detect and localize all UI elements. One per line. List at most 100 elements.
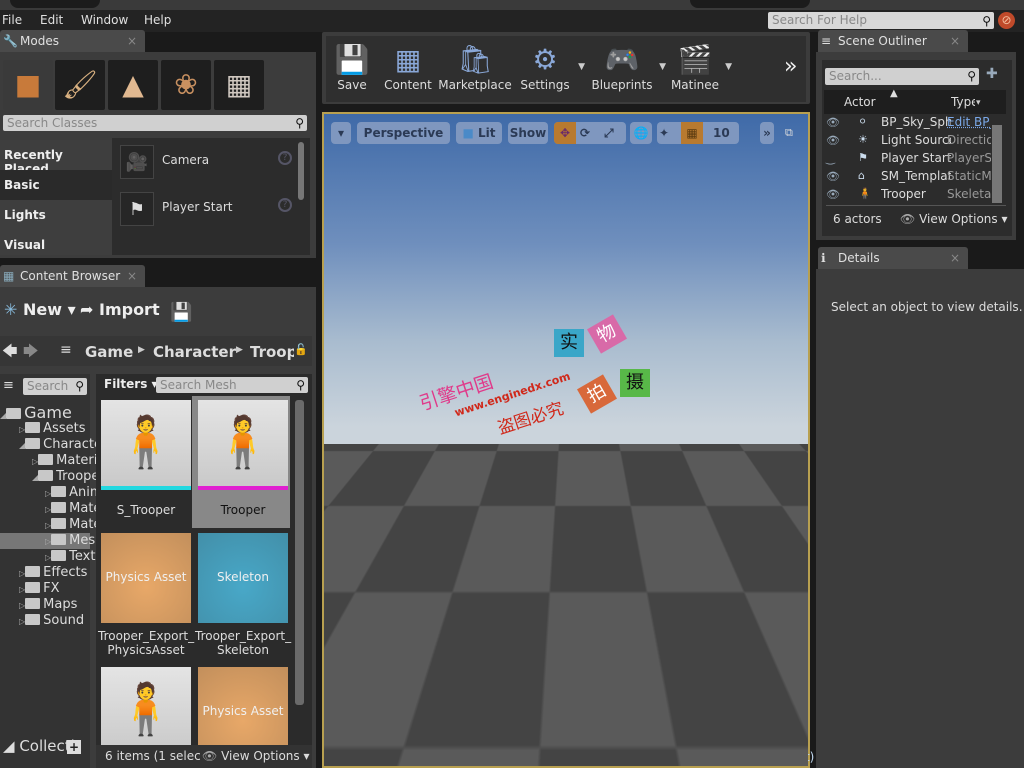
asset-thumbnail[interactable]: 🧍 [198,400,288,490]
translate-icon[interactable]: ✥ [554,122,576,144]
outliner-search-input[interactable]: Search... ⚲ [825,68,979,85]
menu-help[interactable]: Help [144,13,171,27]
forward-arrow-icon[interactable]: 🡆 [23,341,39,366]
surface-snap-icon[interactable]: ✦ [659,122,669,144]
save-all-icon[interactable]: 💾 [170,302,192,323]
asset-thumbnail[interactable]: Physics Asset [101,533,191,623]
add-collection-icon[interactable]: + [67,740,81,754]
place-item-camera[interactable]: 🎥 Camera? [120,141,298,181]
maximize-viewport-icon[interactable]: ⧉ [785,126,793,140]
blueprints-button[interactable]: 🎮 Blueprints ▼ [590,40,666,100]
landscape-mode-icon[interactable]: ▲ [108,60,158,110]
breadcrumb-trooper[interactable]: Troop [250,343,294,361]
view-options-button[interactable]: 👁 View Options ▾ [202,749,310,763]
outliner-row[interactable]: ‿ ⚑ Player StartPlayerStart [824,150,994,168]
tree-folder[interactable]: ▷ Effects [19,565,96,580]
asset-thumbnail[interactable]: Skeleton [198,533,288,623]
viewport-more-icon[interactable]: » [760,122,774,144]
close-icon[interactable]: × [127,30,137,52]
outliner-row[interactable]: 👁 ⌂ SM_TemplateStaticMesh [824,168,994,186]
filters-button[interactable]: Filters ▾ [104,377,158,391]
tree-folder[interactable]: ▷ Text [45,549,96,564]
asset-thumbnail[interactable]: 🧍 [101,667,191,757]
dropdown-arrow-icon[interactable]: ▼ [578,62,585,72]
path-list-icon[interactable]: ≡ [60,342,72,358]
tree-folder[interactable]: ▷ Mesl [45,533,96,548]
place-item-player-start[interactable]: ⚑ Player Start? [120,188,298,228]
help-search-input[interactable]: Search For Help ⚲ [768,12,994,29]
help-icon[interactable]: ? [278,151,292,165]
scale-icon[interactable]: ⤢ [604,122,614,144]
visibility-eye-icon[interactable]: 👁 [826,188,840,201]
visibility-eye-icon[interactable]: 👁 [826,116,840,129]
stop-icon[interactable]: ⊘ [998,12,1015,29]
outliner-row[interactable]: 👁 ☀ Light SourceDirectional [824,132,994,150]
visibility-eye-icon[interactable]: ‿ [826,152,835,165]
visibility-eye-icon[interactable]: 👁 [826,134,840,147]
menu-window[interactable]: Window [81,13,128,27]
dropdown-arrow-icon[interactable]: ▼ [725,62,732,72]
outliner-scrollbar[interactable] [992,125,1002,203]
geometry-mode-icon[interactable]: ▦ [214,60,264,110]
tree-folder[interactable]: ▷Mate [45,517,96,532]
content-button[interactable]: ▦ Content [383,40,433,100]
paint-mode-icon[interactable]: 🖌 [55,60,105,110]
asset-thumbnail[interactable]: 🧍 [101,400,191,490]
tab-details[interactable]: ℹ Details × [818,247,968,269]
world-local-icon[interactable]: 🌐 [630,122,652,144]
breadcrumb-game[interactable]: Game [85,343,133,361]
collapse-tree-icon[interactable]: ≡ [3,378,14,393]
foliage-mode-icon[interactable]: ❀ [161,60,211,110]
tree-folder[interactable]: ▷ Sound [19,613,96,628]
tab-modes[interactable]: 🔧 Modes × [0,30,145,52]
tree-folder[interactable]: ◢ Troope [32,469,96,484]
column-actor[interactable]: Actor [844,95,876,109]
marketplace-button[interactable]: 🛍 Marketplace [438,40,512,100]
outliner-view-options-button[interactable]: 👁 View Options ▾ [900,212,1008,226]
lit-button[interactable]: ■ Lit [456,122,502,144]
dropdown-arrow-icon[interactable]: ▼ [659,62,666,72]
category-visual[interactable]: Visual [0,230,112,255]
tree-folder[interactable]: ▷ Assets [19,421,96,436]
grid-snap-value[interactable]: 10 [713,122,730,144]
matinee-button[interactable]: 🎬 Matinee ▼ [670,40,732,100]
column-dropdown-icon[interactable]: ▾ [976,98,981,108]
rotate-icon[interactable]: ⟳ [580,122,590,144]
tree-folder[interactable]: ▷ FX [19,581,96,596]
column-type[interactable]: Type [951,95,975,109]
back-arrow-icon[interactable]: 🡄 [2,341,18,366]
place-mode-icon[interactable]: ■ [3,60,53,110]
grid-snap-icon[interactable]: ▦ [681,122,703,144]
tree-folder[interactable]: ▷ Maps [19,597,96,612]
tree-folder[interactable]: ▷Mate [45,501,96,516]
level-viewport[interactable] [322,112,810,768]
more-chevron-icon[interactable]: » [784,54,797,79]
scrollbar[interactable] [298,142,304,200]
visibility-eye-icon[interactable]: 👁 [826,170,840,183]
chevron-right-icon[interactable]: ▶ [236,345,243,355]
import-button[interactable]: ➦ Import [80,300,160,319]
tree-folder[interactable]: ▷Anim [45,485,96,500]
asset-scrollbar[interactable] [295,400,304,705]
asset-search-input[interactable]: Search Mesh ⚲ [156,377,308,393]
save-button[interactable]: 💾 Save [331,40,373,100]
actor-type[interactable]: Edit BP_ [947,115,991,129]
tab-content-browser[interactable]: ▦ Content Browser × [0,265,145,287]
tree-folder[interactable]: ◢ Game [0,403,90,422]
close-icon[interactable]: × [950,247,960,269]
menu-file[interactable]: File [2,13,22,27]
perspective-button[interactable]: Perspective [357,122,450,144]
category-basic[interactable]: Basic [0,170,112,200]
close-icon[interactable]: × [950,30,960,52]
category-lights[interactable]: Lights [0,200,112,230]
help-icon[interactable]: ? [278,198,292,212]
new-button[interactable]: ✳ New ▾ [4,300,76,319]
search-classes-input[interactable]: Search Classes ⚲ [3,115,307,131]
outliner-row[interactable]: 👁 🧍 Trooper Skeletal [824,186,994,204]
close-icon[interactable]: × [127,265,137,287]
tab-scene-outliner[interactable]: ≡ Scene Outliner × [818,30,968,52]
category-recently-placed[interactable]: Recently Placed [0,140,112,176]
tree-folder[interactable]: ◢Characte [19,437,96,452]
settings-button[interactable]: ⚙ Settings ▼ [517,40,585,100]
add-filter-icon[interactable]: ✚ [986,66,998,82]
